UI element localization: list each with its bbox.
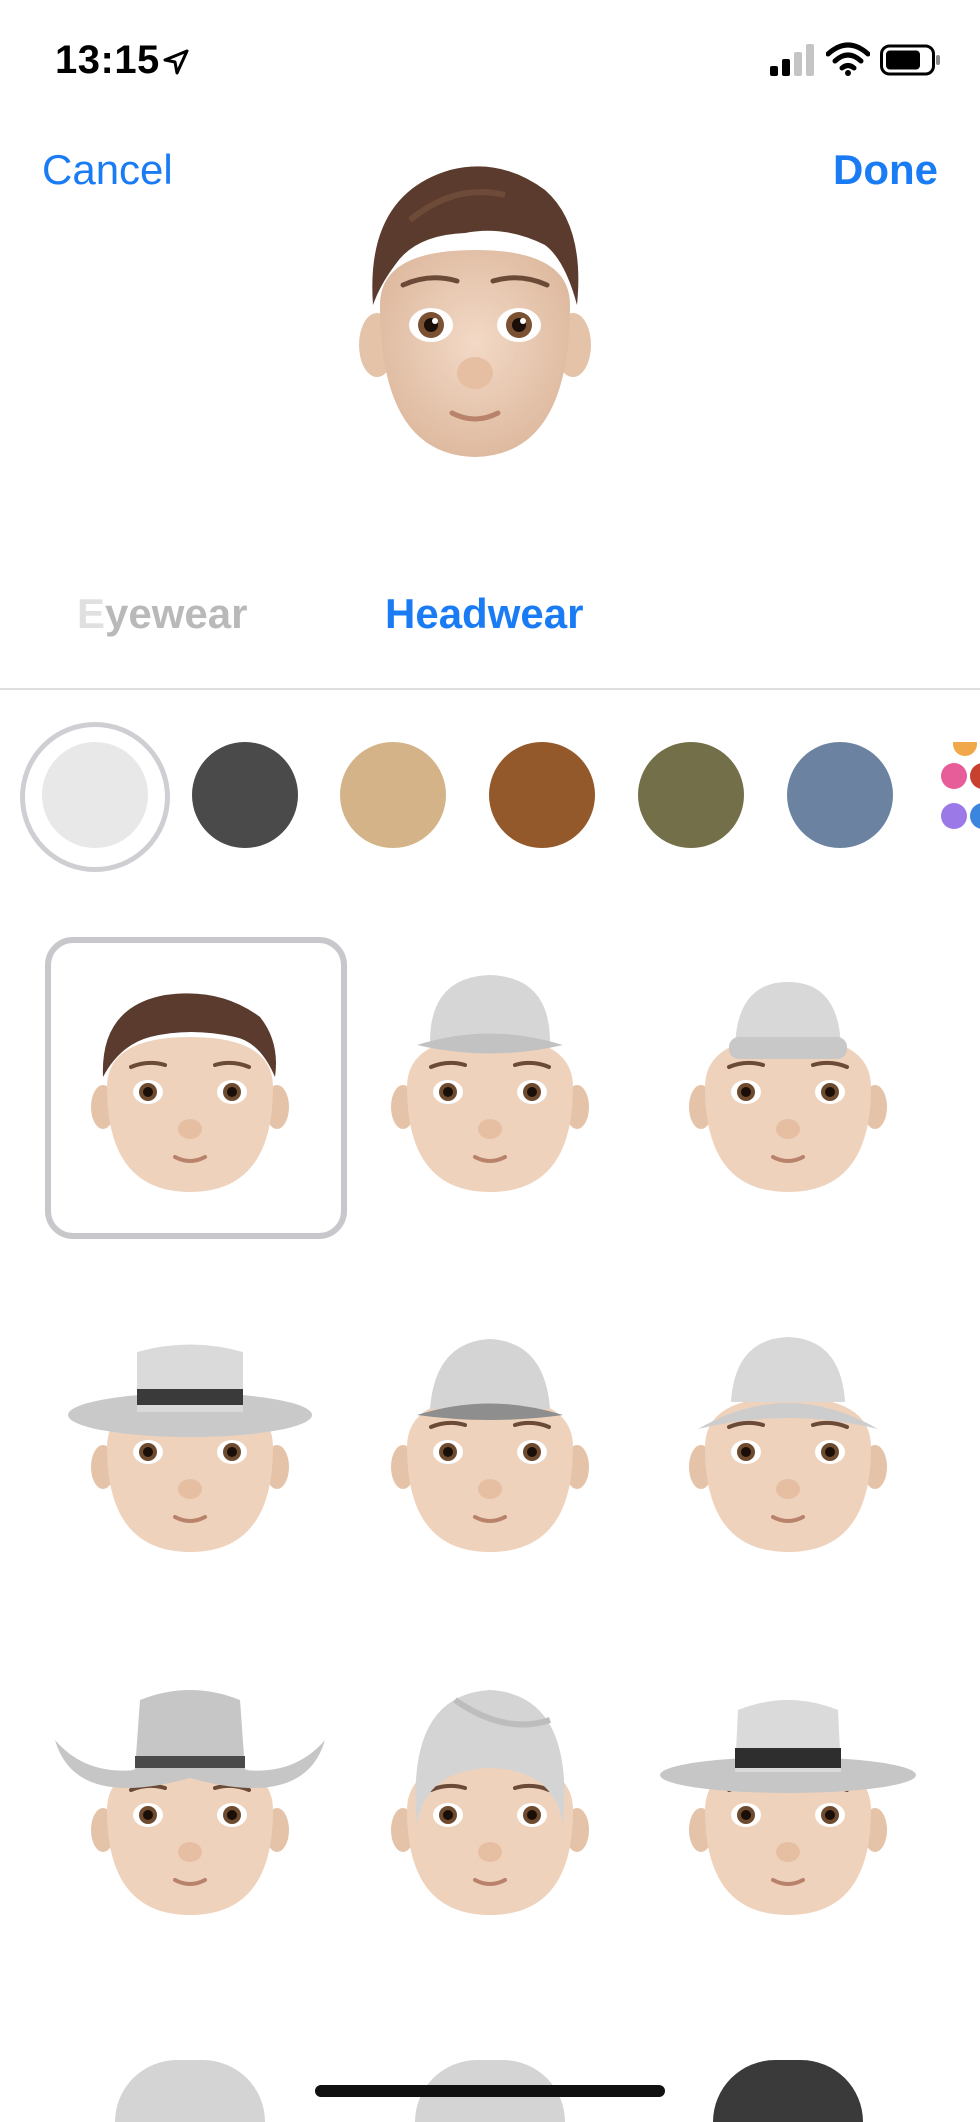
headwear-option-partial[interactable] xyxy=(115,2060,265,2122)
headwear-option-fedora-hat[interactable] xyxy=(45,1297,335,1587)
category-tabs: Eyewear Headwear xyxy=(0,590,980,650)
done-button[interactable]: Done xyxy=(833,146,938,194)
tab-eyewear-fade-text: E xyxy=(77,590,106,637)
headwear-option-flat-cap[interactable] xyxy=(345,937,635,1227)
headwear-option-cowboy-hat[interactable] xyxy=(45,1660,335,1950)
headwear-option-wide-bucket-hat[interactable] xyxy=(643,1297,933,1587)
status-bar: 13:15 xyxy=(0,0,980,120)
tab-eyewear[interactable]: Eyewear xyxy=(77,590,247,638)
location-arrow-icon xyxy=(163,49,189,75)
color-swatch-5[interactable] xyxy=(787,742,893,848)
tabs-divider xyxy=(0,688,980,690)
cellular-signal-icon xyxy=(770,44,814,76)
status-time: 13:15 xyxy=(55,38,160,82)
headwear-option-beanie-cap[interactable] xyxy=(643,937,933,1227)
color-swatch-1[interactable] xyxy=(192,742,298,848)
color-swatch-3[interactable] xyxy=(489,742,595,848)
beanie-cap-icon xyxy=(689,982,887,1192)
tab-eyewear-label: yewear xyxy=(105,590,248,637)
battery-icon xyxy=(880,44,940,76)
headwear-option-no-headwear[interactable] xyxy=(45,937,347,1239)
bucket-hat-icon xyxy=(391,1339,589,1552)
color-swatch-0[interactable] xyxy=(42,742,148,848)
flat-cap-icon xyxy=(391,975,589,1192)
headwear-option-bucket-hat[interactable] xyxy=(345,1297,635,1587)
home-indicator xyxy=(315,2085,665,2097)
wide-bucket-hat-icon xyxy=(689,1337,887,1552)
no-headwear-icon xyxy=(91,993,289,1192)
more-colors-icon[interactable] xyxy=(935,742,980,852)
memoji-preview-avatar xyxy=(359,166,591,457)
fedora-hat-icon xyxy=(68,1344,312,1552)
tab-headwear[interactable]: Headwear xyxy=(385,590,583,638)
color-swatch-4[interactable] xyxy=(638,742,744,848)
headwear-option-panama-hat[interactable] xyxy=(643,1660,933,1950)
wifi-icon xyxy=(826,42,870,76)
panama-hat-icon xyxy=(660,1700,916,1915)
color-swatch-2[interactable] xyxy=(340,742,446,848)
headwear-option-partial[interactable] xyxy=(713,2060,863,2122)
cowboy-hat-icon xyxy=(55,1690,325,1915)
turban-icon xyxy=(391,1690,589,1915)
headwear-option-turban[interactable] xyxy=(345,1660,635,1950)
cancel-button[interactable]: Cancel xyxy=(42,146,173,194)
